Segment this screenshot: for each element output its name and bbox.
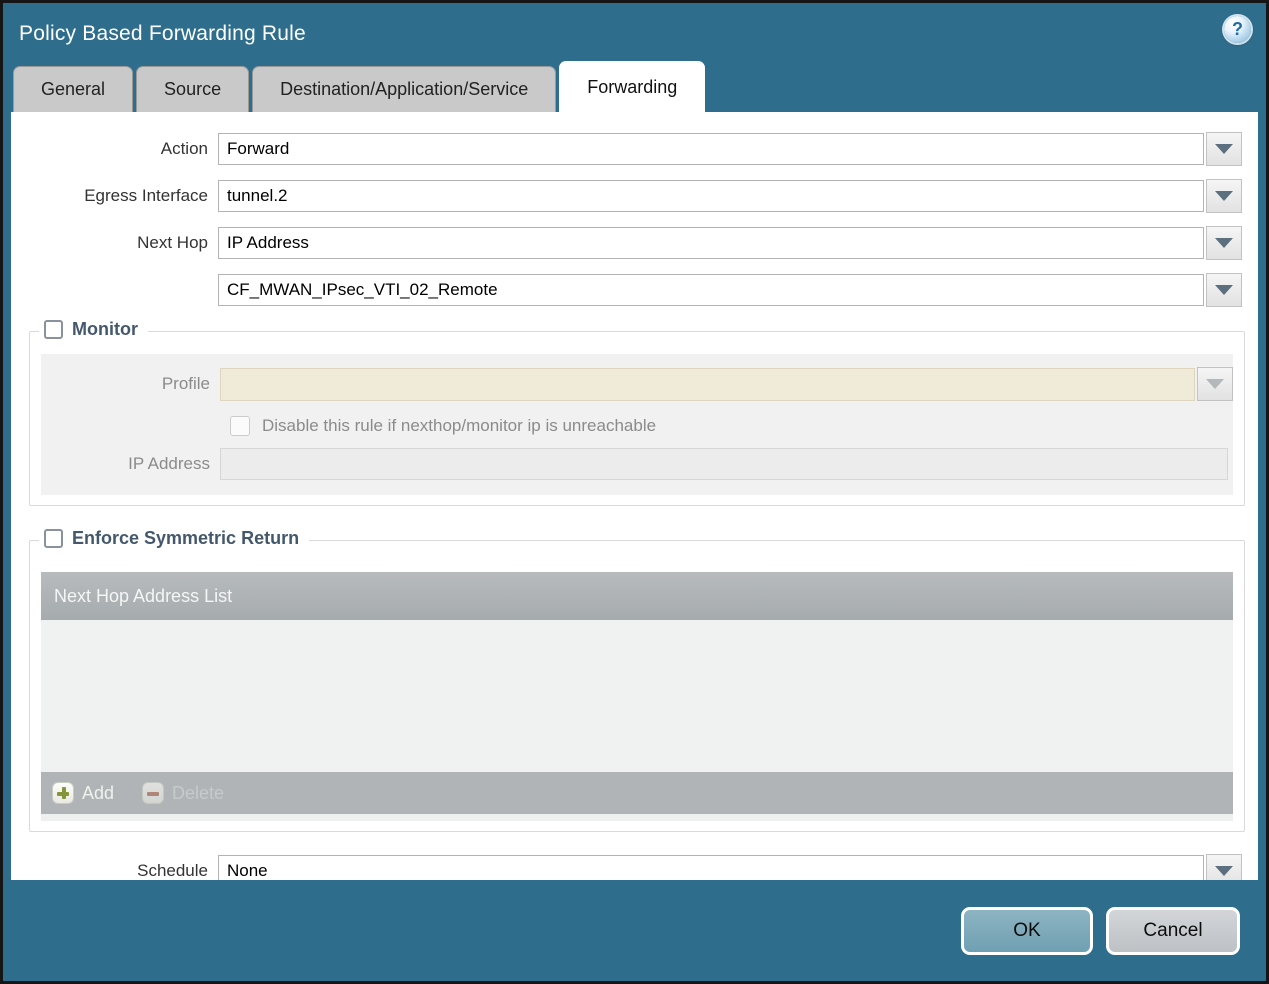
schedule-combo xyxy=(218,854,1242,880)
action-input[interactable] xyxy=(218,133,1204,165)
ok-button[interactable]: OK xyxy=(961,906,1093,955)
tab-source-label: Source xyxy=(164,79,222,99)
tab-forwarding-label: Forwarding xyxy=(587,76,678,97)
tab-general-label: General xyxy=(41,79,106,99)
ok-button-label: OK xyxy=(1013,919,1041,941)
dialog-title: Policy Based Forwarding Rule xyxy=(19,22,306,45)
action-combo xyxy=(218,132,1242,166)
schedule-label: Schedule xyxy=(137,861,208,880)
action-row: Action xyxy=(11,132,1258,166)
delete-button-label: Delete xyxy=(172,782,225,803)
monitor-legend-label: Monitor xyxy=(72,319,138,339)
tab-general[interactable]: General xyxy=(13,66,134,112)
add-button[interactable]: Add xyxy=(52,782,114,804)
tab-bar: General Source Destination/Application/S… xyxy=(3,59,1266,112)
monitor-ip-address-label: IP Address xyxy=(128,454,210,473)
monitor-panel: Profile Disable this rule if nexthop/mon… xyxy=(41,354,1233,495)
next-hop-address-input[interactable] xyxy=(218,274,1204,306)
delete-button: Delete xyxy=(142,782,224,804)
symmetric-return-fieldset: Enforce Symmetric Return Next Hop Addres… xyxy=(29,528,1245,832)
egress-interface-combo xyxy=(218,179,1242,213)
monitor-legend: Monitor xyxy=(39,319,148,340)
egress-interface-row: Egress Interface xyxy=(11,179,1258,213)
plus-icon xyxy=(52,782,74,804)
next-hop-type-input[interactable] xyxy=(218,227,1204,259)
next-hop-address-list-header-label: Next Hop Address List xyxy=(54,585,233,606)
tab-source[interactable]: Source xyxy=(136,66,250,112)
next-hop-label: Next Hop xyxy=(137,233,208,252)
chevron-down-icon xyxy=(1215,866,1233,876)
next-hop-address-list-header: Next Hop Address List xyxy=(41,572,1233,620)
cancel-button-label: Cancel xyxy=(1143,919,1203,941)
table-bottom-strip xyxy=(41,814,1233,821)
help-icon[interactable] xyxy=(1224,16,1251,43)
monitor-ip-address-row: IP Address xyxy=(41,448,1233,480)
schedule-dropdown-button[interactable] xyxy=(1206,854,1242,880)
add-button-label: Add xyxy=(82,782,115,803)
next-hop-address-list-table: Next Hop Address List Add Delete xyxy=(41,572,1233,821)
monitor-checkbox[interactable] xyxy=(44,320,63,339)
forwarding-tab-panel: Action Egress Interface Next Hop xyxy=(11,112,1258,880)
cancel-button[interactable]: Cancel xyxy=(1106,906,1240,955)
symmetric-return-legend-label: Enforce Symmetric Return xyxy=(72,528,300,548)
next-hop-address-list-toolbar: Add Delete xyxy=(41,772,1233,814)
egress-interface-label: Egress Interface xyxy=(84,186,208,205)
next-hop-address-dropdown-button[interactable] xyxy=(1206,273,1242,307)
policy-based-forwarding-dialog: Policy Based Forwarding Rule General Sou… xyxy=(0,0,1269,984)
egress-interface-input[interactable] xyxy=(218,180,1204,212)
tab-destination-label: Destination/Application/Service xyxy=(280,79,529,99)
disable-rule-row: Disable this rule if nexthop/monitor ip … xyxy=(230,416,1233,436)
next-hop-address-list-body[interactable] xyxy=(41,620,1233,772)
next-hop-dropdown-button[interactable] xyxy=(1206,226,1242,260)
egress-interface-dropdown-button[interactable] xyxy=(1206,179,1242,213)
profile-dropdown-button xyxy=(1197,367,1233,401)
profile-label: Profile xyxy=(161,374,210,393)
monitor-fieldset: Monitor Profile Disable this rule if nex… xyxy=(29,319,1245,506)
chevron-down-icon xyxy=(1215,285,1233,295)
tab-forwarding[interactable]: Forwarding xyxy=(559,61,706,112)
chevron-down-icon xyxy=(1215,238,1233,248)
schedule-row: Schedule xyxy=(11,854,1258,880)
next-hop-row: Next Hop xyxy=(11,226,1258,260)
symmetric-return-checkbox[interactable] xyxy=(44,529,63,548)
chevron-down-icon xyxy=(1215,191,1233,201)
tab-destination-application-service[interactable]: Destination/Application/Service xyxy=(252,66,557,112)
monitor-ip-address-input xyxy=(220,448,1228,480)
profile-input xyxy=(220,367,1195,401)
minus-icon xyxy=(142,782,165,804)
next-hop-address-combo xyxy=(218,273,1242,307)
symmetric-return-legend: Enforce Symmetric Return xyxy=(39,528,310,549)
chevron-down-icon xyxy=(1206,379,1224,389)
profile-row: Profile xyxy=(41,367,1233,401)
next-hop-address-row xyxy=(11,273,1258,307)
dialog-footer: OK Cancel xyxy=(3,880,1266,981)
disable-rule-label: Disable this rule if nexthop/monitor ip … xyxy=(262,416,657,435)
chevron-down-icon xyxy=(1215,144,1233,154)
next-hop-combo xyxy=(218,226,1242,260)
dialog-titlebar: Policy Based Forwarding Rule xyxy=(3,3,1266,59)
disable-rule-checkbox xyxy=(230,416,250,436)
schedule-input[interactable] xyxy=(218,855,1204,880)
action-dropdown-button[interactable] xyxy=(1206,132,1242,166)
action-label: Action xyxy=(160,139,208,158)
